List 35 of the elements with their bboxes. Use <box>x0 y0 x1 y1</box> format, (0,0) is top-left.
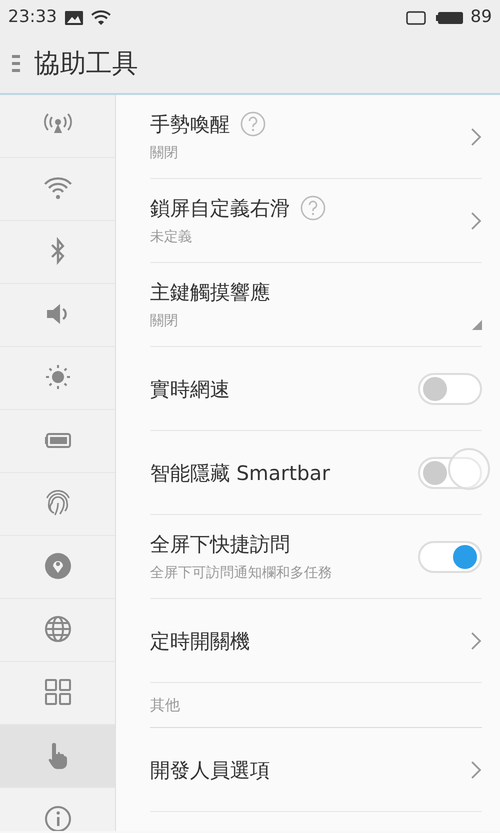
setting-title: 鎖屏自定義右滑 <box>150 195 290 222</box>
help-icon[interactable] <box>300 195 326 221</box>
globe-icon[interactable] <box>42 615 72 645</box>
help-icon[interactable] <box>240 111 266 137</box>
setting-subtitle: 未定義 <box>150 228 193 247</box>
status-time: 23:33 <box>8 6 57 29</box>
setting-title: 主鍵觸摸響應 <box>150 279 270 306</box>
info-icon[interactable] <box>42 804 72 831</box>
toggle-switch[interactable] <box>418 456 482 488</box>
setting-title: 手勢喚醒 <box>150 111 230 138</box>
location-pin-icon[interactable] <box>42 552 72 582</box>
grid-icon[interactable] <box>42 678 72 708</box>
dropdown-corner-icon[interactable] <box>472 320 482 330</box>
toggle-switch[interactable] <box>418 540 482 572</box>
section-header: 其他 <box>150 694 180 716</box>
battery-icon <box>436 10 464 24</box>
image-icon <box>65 10 83 24</box>
chevron-right-icon <box>470 210 482 230</box>
wifi-icon <box>91 10 111 26</box>
screen-icon <box>406 10 426 26</box>
setting-title: 開發人員選項 <box>150 756 270 784</box>
setting-title: 智能隱藏 Smartbar <box>150 460 330 486</box>
setting-subtitle: 關閉 <box>150 144 179 163</box>
chevron-right-icon <box>470 630 482 650</box>
chevron-right-icon <box>470 760 482 780</box>
battery-level: 89 <box>470 6 492 29</box>
setting-subtitle: 關閉 <box>150 312 179 331</box>
setting-title: 定時開關機 <box>150 628 250 654</box>
page-title: 協助工具 <box>34 48 138 80</box>
toggle-switch[interactable] <box>418 372 482 404</box>
setting-title: 實時網速 <box>150 376 230 402</box>
menu-icon[interactable] <box>12 53 20 75</box>
chevron-right-icon <box>470 126 482 146</box>
setting-subtitle: 全屏下可訪問通知欄和多任務 <box>150 564 333 583</box>
setting-title: 全屏下快捷訪問 <box>150 531 290 558</box>
